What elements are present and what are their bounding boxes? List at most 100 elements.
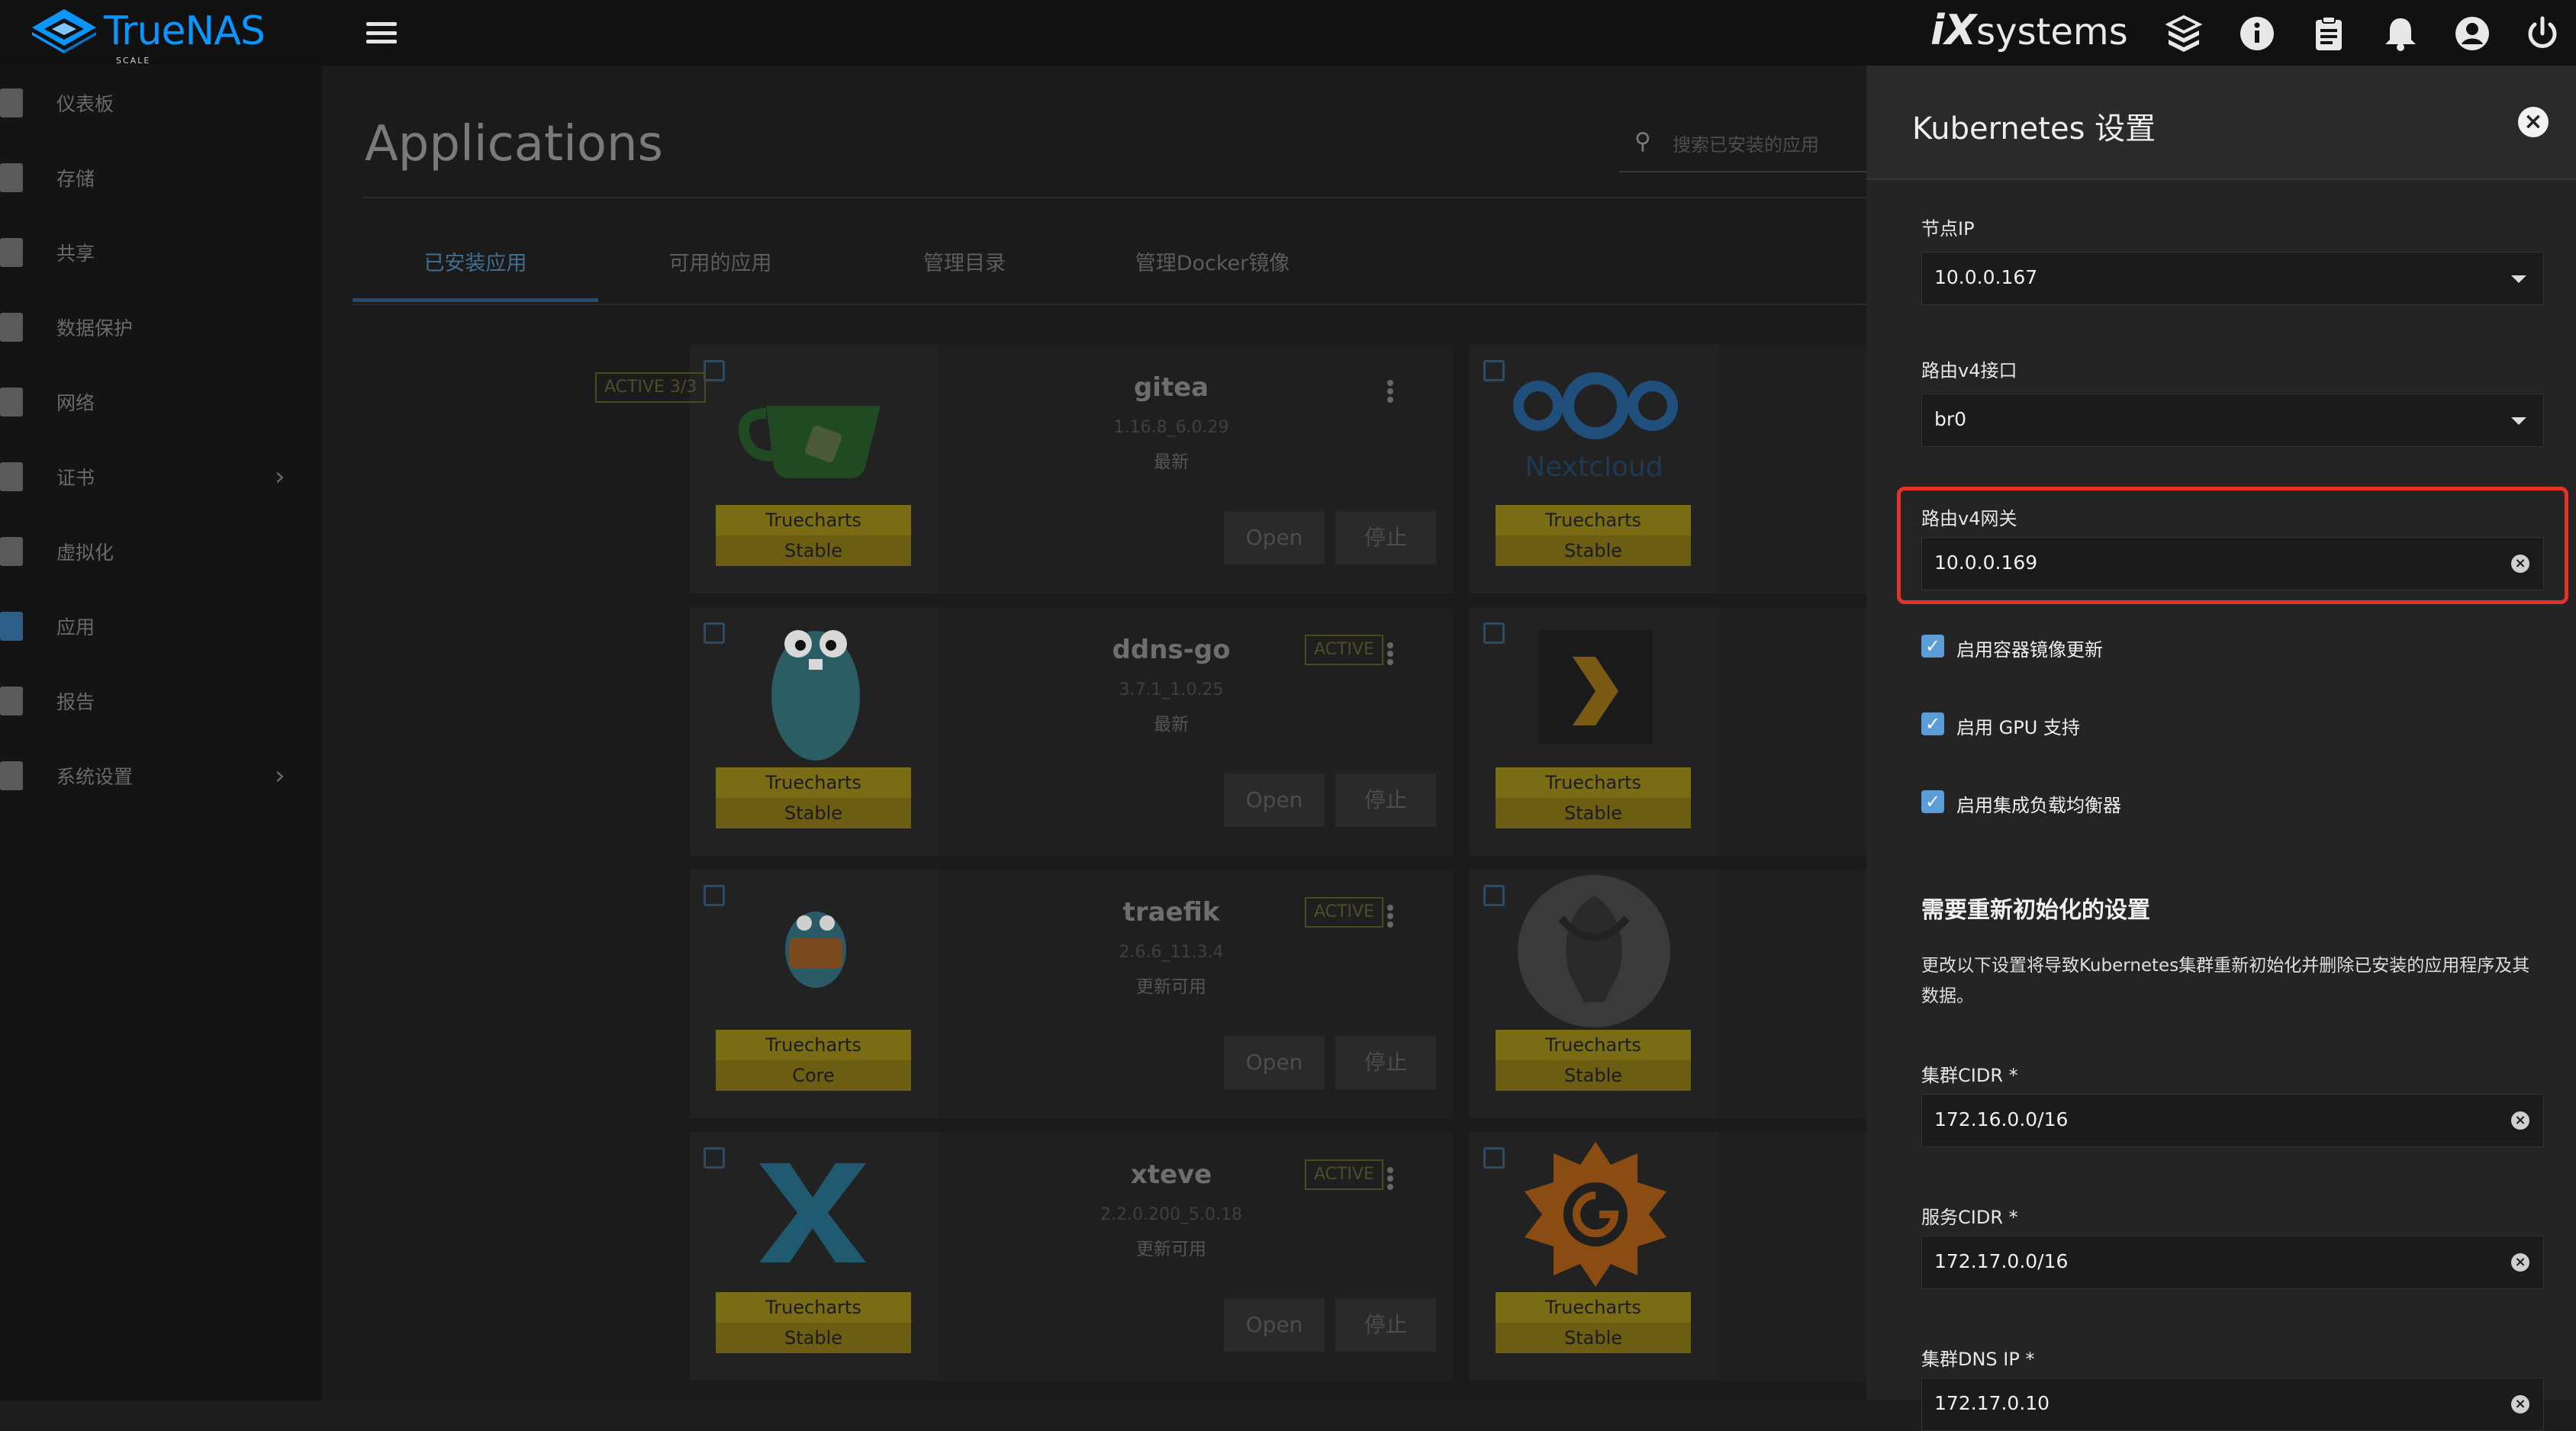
app-logo-area: Truecharts Stable	[1470, 607, 1718, 856]
route-v4-interface-select[interactable]: br0	[1921, 394, 2544, 447]
select-checkbox[interactable]	[1483, 360, 1505, 381]
top-bar: TrueNAS SCALE iXsystems	[0, 0, 2576, 66]
app-version: 1.16.8_6.0.29	[1113, 418, 1229, 437]
channel-badge: Stable	[716, 1323, 911, 1353]
sidebar-item-certificates[interactable]: 证书 ›	[0, 439, 322, 514]
stop-button[interactable]: 停止	[1335, 511, 1436, 564]
more-vert-icon[interactable]	[1387, 380, 1393, 403]
train-badge: Truecharts	[716, 1030, 911, 1060]
select-checkbox[interactable]	[704, 360, 725, 381]
sidebar-item-reports[interactable]: 报告	[0, 664, 322, 738]
bell-icon[interactable]	[2381, 14, 2420, 53]
storage-icon	[0, 163, 23, 192]
sidebar-item-virtualization[interactable]: 虚拟化	[0, 514, 322, 589]
enable-load-balancer-checkbox[interactable]: ✓	[1921, 790, 1944, 813]
dropdown-arrow-icon	[2511, 417, 2526, 425]
stop-button[interactable]: 停止	[1335, 1036, 1436, 1089]
clipboard-icon[interactable]	[2309, 14, 2349, 53]
open-button[interactable]: Open	[1224, 773, 1325, 827]
open-button[interactable]: Open	[1224, 1298, 1325, 1352]
cluster-dns-ip-input[interactable]: 172.17.0.10 ×	[1921, 1378, 2544, 1431]
cluster-cidr-input[interactable]: 172.16.0.0/16 ×	[1921, 1094, 2544, 1147]
reinit-description: 更改以下设置将导致Kubernetes集群重新初始化并删除已安装的应用程序及其数…	[1921, 956, 2530, 1006]
checkbox-label: 启用 GPU 支持	[1956, 717, 2080, 738]
nextcloud-wordmark: Nextcloud	[1525, 452, 1663, 483]
share-icon	[0, 238, 23, 267]
stop-button[interactable]: 停止	[1335, 773, 1436, 827]
tab-manage-docker-images[interactable]: 管理Docker镜像	[1087, 241, 1338, 302]
select-checkbox[interactable]	[704, 885, 725, 906]
stop-button[interactable]: 停止	[1335, 1298, 1436, 1352]
clear-icon[interactable]: ×	[2511, 1395, 2529, 1413]
app-card-vaultwarden: Truecharts Stable	[1470, 870, 1866, 1118]
app-logo-area: Truecharts Stable	[690, 1132, 939, 1381]
page-title: Applications	[365, 116, 663, 172]
open-button[interactable]: Open	[1224, 511, 1325, 564]
truecommand-icon[interactable]	[2164, 14, 2204, 53]
open-button[interactable]: Open	[1224, 1036, 1325, 1089]
route-v4-interface-value: br0	[1934, 408, 1967, 430]
clear-icon[interactable]: ×	[2511, 555, 2529, 573]
cluster-dns-ip-label: 集群DNS IP *	[1921, 1349, 2035, 1370]
select-checkbox[interactable]	[704, 1147, 725, 1169]
info-icon[interactable]	[2237, 14, 2277, 53]
app-card-grafana: Truecharts Stable	[1470, 1132, 1866, 1381]
sidebar-item-system-settings[interactable]: 系统设置 ›	[0, 738, 322, 813]
sidebar-item-data-protection[interactable]: 数据保护	[0, 290, 322, 365]
sidebar-item-label: 应用	[56, 616, 95, 638]
key-icon	[0, 462, 23, 491]
clear-icon[interactable]: ×	[2511, 1253, 2529, 1272]
app-card-xteve: Truecharts Stable xteve 2.2.0.200_5.0.18…	[690, 1132, 1453, 1381]
gear-icon	[0, 761, 23, 790]
power-icon[interactable]	[2523, 14, 2562, 53]
app-card-gitea: Truecharts Stable gitea 1.16.8_6.0.29 最新…	[595, 345, 1453, 593]
truenas-logo[interactable]: TrueNAS SCALE	[31, 5, 266, 66]
more-vert-icon[interactable]	[1387, 642, 1393, 665]
tab-available-apps[interactable]: 可用的应用	[598, 241, 842, 302]
sidebar-item-network[interactable]: 网络	[0, 365, 322, 439]
clear-icon[interactable]: ×	[2511, 1111, 2529, 1130]
vendor-name: systems	[1976, 11, 2128, 53]
route-v4-gateway-input[interactable]: 10.0.0.169 ×	[1921, 537, 2544, 590]
select-checkbox[interactable]	[704, 622, 725, 644]
panel-title: Kubernetes 设置	[1912, 111, 2156, 146]
tab-manage-catalogs[interactable]: 管理目录	[842, 241, 1087, 302]
sidebar-item-dashboard[interactable]: 仪表板	[0, 66, 322, 140]
channel-badge: Stable	[1496, 1323, 1691, 1353]
more-vert-icon[interactable]	[1387, 905, 1393, 928]
app-logo-area: Truecharts Core	[690, 870, 939, 1118]
brand-name: TrueNAS	[104, 8, 266, 54]
enable-gpu-support-checkbox[interactable]: ✓	[1921, 712, 1944, 735]
sidebar-item-shares[interactable]: 共享	[0, 215, 322, 290]
app-name: gitea	[1133, 372, 1209, 403]
app-logo-area: Truecharts Stable	[1470, 870, 1718, 1118]
sidebar-item-label: 系统设置	[56, 766, 134, 788]
sidebar-item-storage[interactable]: 存储	[0, 140, 322, 215]
ixsystems-logo[interactable]: iXsystems	[1930, 6, 2128, 54]
checkbox-label: 启用集成负载均衡器	[1956, 795, 2121, 816]
sidebar: 仪表板 存储 共享 数据保护 网络 证书 › 虚拟化 应用 报告 系统设置 ›	[0, 66, 322, 1400]
train-badge: Truecharts	[1496, 1292, 1691, 1323]
channel-badge: Stable	[1496, 1060, 1691, 1091]
more-vert-icon[interactable]	[1387, 1167, 1393, 1190]
gopher-logo-icon	[771, 630, 860, 761]
sidebar-item-label: 虚拟化	[56, 542, 114, 564]
node-ip-label: 节点IP	[1921, 218, 1975, 240]
app-card-ddns-go: Truecharts Stable ddns-go 3.7.1_1.0.25 最…	[690, 607, 1453, 856]
account-icon[interactable]	[2452, 14, 2492, 53]
enable-image-updates-checkbox[interactable]: ✓	[1921, 635, 1944, 658]
laptop-icon	[0, 537, 23, 566]
search-input[interactable]	[1673, 130, 1856, 160]
service-cidr-input[interactable]: 172.17.0.0/16 ×	[1921, 1236, 2544, 1289]
sidebar-item-apps[interactable]: 应用	[0, 589, 322, 664]
truenas-logo-icon	[32, 9, 96, 53]
status-badge: ACTIVE	[1305, 1159, 1383, 1190]
node-ip-value: 10.0.0.167	[1934, 266, 2038, 288]
menu-toggle-icon[interactable]	[366, 20, 397, 46]
node-ip-select[interactable]: 10.0.0.167	[1921, 252, 2544, 305]
tab-installed-apps[interactable]: 已安装应用	[353, 241, 598, 302]
select-checkbox[interactable]	[1483, 622, 1505, 644]
select-checkbox[interactable]	[1483, 1147, 1505, 1169]
close-icon[interactable]: ×	[2518, 107, 2549, 137]
select-checkbox[interactable]	[1483, 885, 1505, 906]
